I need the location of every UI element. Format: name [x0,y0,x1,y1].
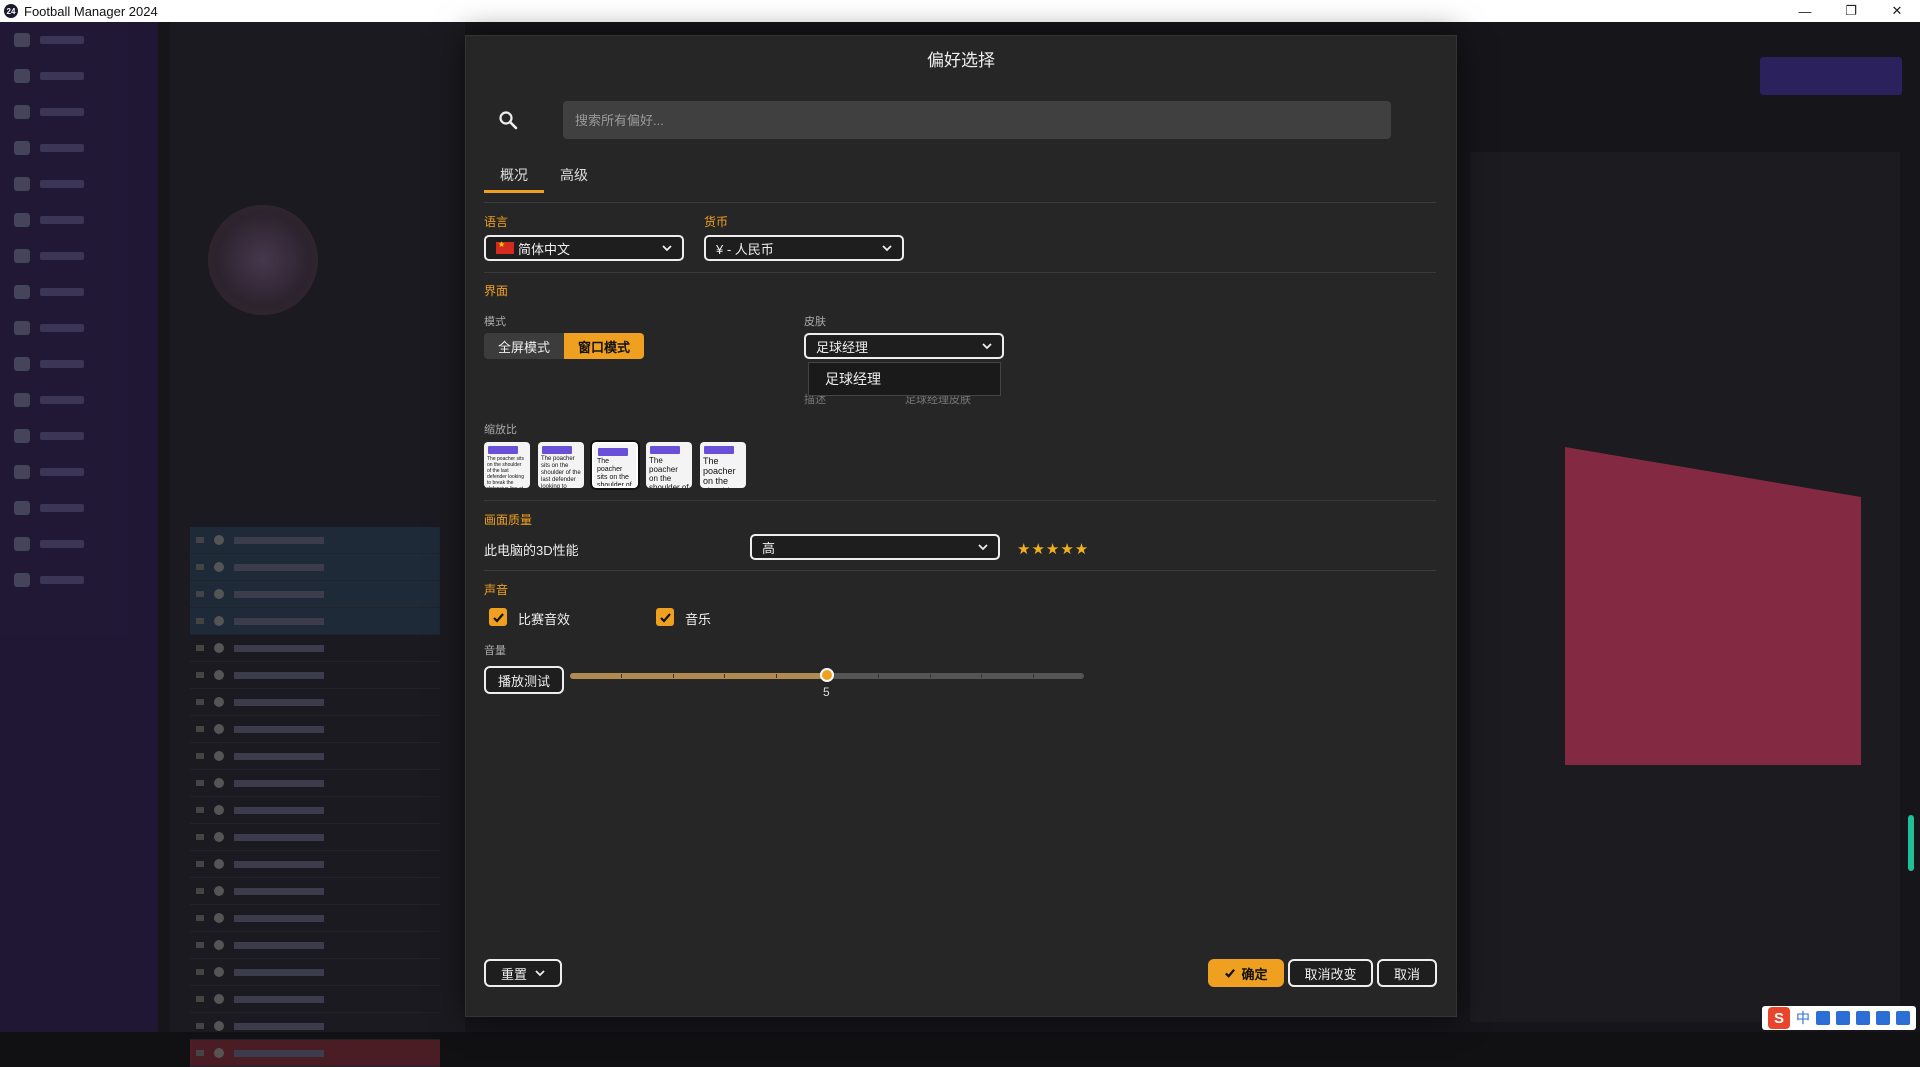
finance-chart [1565,447,1861,765]
check-icon [1225,969,1236,978]
performance-dropdown[interactable]: 高 [750,534,1000,560]
volume-tick [672,674,674,678]
language-label: 语言 [484,215,509,229]
search-box[interactable] [563,101,1391,139]
3d-performance-label: 此电脑的3D性能 [484,543,579,558]
tab-bar: 概况 高级 [484,160,604,193]
sound-label: 声音 [484,583,509,597]
rating-stars: ★★★★★ [1017,541,1090,558]
check-icon [492,612,504,623]
scale-option[interactable]: The poacher on the shoulder of the last [700,442,746,488]
volume-tick [878,674,880,678]
volume-slider-knob[interactable] [820,668,834,682]
scale-option[interactable]: The poacher sits on the shoulder of the … [538,442,584,488]
cancel-button[interactable]: 取消 [1377,959,1437,987]
volume-label: 音量 [484,645,506,657]
revert-changes-button[interactable]: 取消改变 [1288,959,1373,987]
mode-label: 模式 [484,316,506,328]
volume-value: 5 [823,685,830,699]
language-dropdown[interactable]: 简体中文 [484,235,684,261]
tab-divider [484,202,1436,203]
sogou-ime-icon[interactable]: S [1768,1007,1790,1029]
section-divider [484,570,1436,571]
scale-options: The poacher sits on the shoulder of the … [484,440,746,490]
volume-slider-fill [570,673,827,679]
close-window-button[interactable]: ✕ [1874,0,1920,22]
microphone-icon[interactable] [1836,1011,1850,1025]
skin-value: 足球经理 [816,339,869,355]
ime-tool-icon[interactable] [1816,1011,1830,1025]
volume-tick [621,674,623,678]
volume-tick [981,674,983,678]
currency-value: ¥ - 人民币 [716,241,774,257]
grid-menu-icon[interactable] [1896,1011,1910,1025]
tab-advanced[interactable]: 高级 [544,160,604,190]
preferences-dialog: 偏好选择 [465,35,1457,1017]
scale-option[interactable]: The poacher sits on the shoulder of the … [484,442,530,488]
search-icon [499,111,518,130]
volume-tick [929,674,931,678]
volume-slider[interactable] [570,668,1084,682]
match-sfx-label: 比赛音效 [518,612,571,627]
window-titlebar: 24 Football Manager 2024 — ❐ ✕ [0,0,1920,22]
currency-dropdown[interactable]: ¥ - 人民币 [704,235,904,261]
currency-label: 货币 [704,215,729,229]
skin-menu-item[interactable]: 足球经理 [825,369,881,389]
volume-tick [1032,674,1034,678]
scale-option[interactable]: The poacher on the shoulder of the last … [646,442,692,488]
match-sfx-checkbox[interactable] [489,608,507,626]
restore-button[interactable]: ❐ [1828,0,1874,22]
ime-language-indicator[interactable]: 中 [1796,1008,1810,1028]
search-input[interactable] [563,101,1391,139]
chevron-down-icon [535,970,545,977]
skin-dropdown-menu: 足球经理 [808,362,1001,396]
chevron-down-icon [662,245,672,252]
performance-value: 高 [762,540,776,556]
game-table [190,527,440,1067]
play-test-button[interactable]: 播放测试 [484,666,564,694]
volume-tick [775,674,777,678]
interface-label: 界面 [484,284,509,298]
section-divider [484,500,1436,501]
music-checkbox[interactable] [656,608,674,626]
skin-label: 皮肤 [804,316,826,328]
check-icon [659,612,671,623]
scroll-indicator[interactable] [1908,815,1914,871]
confirm-label: 确定 [1241,966,1268,982]
windowed-mode-button[interactable]: 窗口模式 [564,333,645,359]
club-crest [208,205,318,315]
game-sidebar [0,22,158,1032]
reset-label: 重置 [500,966,527,982]
section-divider [484,272,1436,273]
music-label: 音乐 [685,612,712,627]
skin-dropdown[interactable]: 足球经理 [804,333,1004,359]
confirm-button[interactable]: 确定 [1208,959,1284,987]
skin-shirt-icon[interactable] [1876,1011,1890,1025]
dialog-title: 偏好选择 [927,51,995,70]
volume-tick [724,674,726,678]
tab-overview[interactable]: 概况 [484,160,544,193]
mode-toggle: 全屏模式 窗口模式 [484,333,645,359]
window-controls: — ❐ ✕ [1782,0,1920,22]
chevron-down-icon [978,544,988,551]
language-value: 简体中文 [518,241,571,257]
scale-option-selected[interactable]: The poacher sits on the shoulder of the … [590,440,640,490]
scale-label: 缩放比 [484,424,517,436]
chevron-down-icon [882,245,892,252]
fm-app-icon: 24 [4,4,18,18]
china-flag-icon [496,240,514,254]
window-title: Football Manager 2024 [24,3,158,19]
quality-label: 画面质量 [484,513,533,527]
minimize-button[interactable]: — [1782,0,1828,22]
chevron-down-icon [982,343,992,350]
reset-button[interactable]: 重置 [484,959,562,987]
fullscreen-mode-button[interactable]: 全屏模式 [484,333,565,359]
ime-toolbar: S 中 [1762,1006,1916,1030]
continue-button[interactable] [1760,57,1902,95]
keyboard-icon[interactable] [1856,1011,1870,1025]
